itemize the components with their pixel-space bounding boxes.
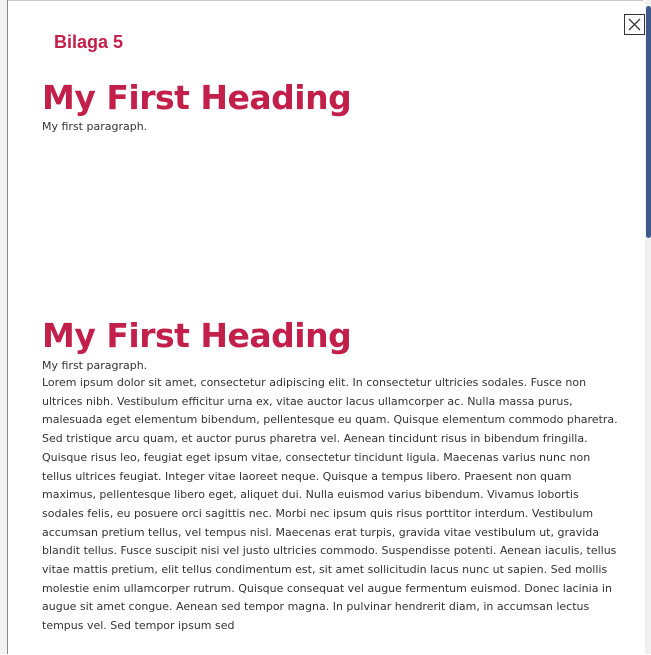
- scrollbar-thumb[interactable]: [646, 6, 651, 238]
- document-label: Bilaga 5: [54, 32, 124, 52]
- paragraph-2: My first paragraph.: [42, 359, 148, 372]
- background-page-edge: [0, 0, 8, 654]
- heading-2: My First Heading: [42, 316, 352, 355]
- document-modal: Bilaga 5 My First Heading My first parag…: [8, 0, 645, 655]
- lorem-paragraph: Lorem ipsum dolor sit amet, consectetur …: [42, 376, 618, 633]
- scrollbar-track[interactable]: [645, 0, 651, 654]
- close-icon: [628, 18, 641, 31]
- heading-1: My First Heading: [42, 78, 352, 117]
- paragraph-1: My first paragraph.: [42, 120, 148, 133]
- close-button[interactable]: [624, 14, 645, 35]
